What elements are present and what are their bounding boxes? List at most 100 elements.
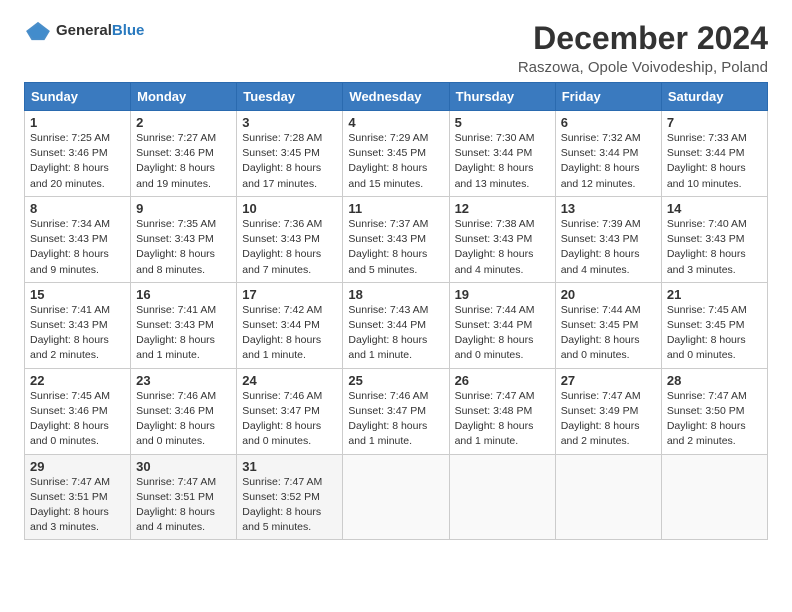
col-sunday: Sunday — [25, 83, 131, 111]
day-info: Sunrise: 7:29 AMSunset: 3:45 PMDaylight:… — [348, 131, 443, 192]
main-title: December 2024 — [518, 20, 768, 57]
day-info: Sunrise: 7:32 AMSunset: 3:44 PMDaylight:… — [561, 131, 656, 192]
calendar-cell: 4Sunrise: 7:29 AMSunset: 3:45 PMDaylight… — [343, 111, 449, 197]
day-info: Sunrise: 7:47 AMSunset: 3:49 PMDaylight:… — [561, 389, 656, 450]
day-number: 15 — [30, 287, 125, 302]
day-info: Sunrise: 7:47 AMSunset: 3:51 PMDaylight:… — [30, 475, 125, 536]
calendar-cell: 2Sunrise: 7:27 AMSunset: 3:46 PMDaylight… — [131, 111, 237, 197]
day-info: Sunrise: 7:47 AMSunset: 3:50 PMDaylight:… — [667, 389, 762, 450]
day-number: 13 — [561, 201, 656, 216]
calendar-cell: 6Sunrise: 7:32 AMSunset: 3:44 PMDaylight… — [555, 111, 661, 197]
calendar-row: 22Sunrise: 7:45 AMSunset: 3:46 PMDayligh… — [25, 368, 768, 454]
day-info: Sunrise: 7:27 AMSunset: 3:46 PMDaylight:… — [136, 131, 231, 192]
col-tuesday: Tuesday — [237, 83, 343, 111]
day-number: 7 — [667, 115, 762, 130]
calendar-cell: 7Sunrise: 7:33 AMSunset: 3:44 PMDaylight… — [661, 111, 767, 197]
calendar-cell: 24Sunrise: 7:46 AMSunset: 3:47 PMDayligh… — [237, 368, 343, 454]
day-number: 6 — [561, 115, 656, 130]
day-number: 18 — [348, 287, 443, 302]
day-info: Sunrise: 7:44 AMSunset: 3:45 PMDaylight:… — [561, 303, 656, 364]
day-info: Sunrise: 7:47 AMSunset: 3:48 PMDaylight:… — [455, 389, 550, 450]
day-number: 12 — [455, 201, 550, 216]
day-number: 20 — [561, 287, 656, 302]
calendar-cell: 9Sunrise: 7:35 AMSunset: 3:43 PMDaylight… — [131, 196, 237, 282]
calendar-row: 15Sunrise: 7:41 AMSunset: 3:43 PMDayligh… — [25, 282, 768, 368]
day-number: 1 — [30, 115, 125, 130]
calendar-cell: 22Sunrise: 7:45 AMSunset: 3:46 PMDayligh… — [25, 368, 131, 454]
calendar-cell: 27Sunrise: 7:47 AMSunset: 3:49 PMDayligh… — [555, 368, 661, 454]
day-number: 27 — [561, 373, 656, 388]
day-info: Sunrise: 7:45 AMSunset: 3:45 PMDaylight:… — [667, 303, 762, 364]
day-info: Sunrise: 7:43 AMSunset: 3:44 PMDaylight:… — [348, 303, 443, 364]
day-info: Sunrise: 7:37 AMSunset: 3:43 PMDaylight:… — [348, 217, 443, 278]
calendar-cell: 15Sunrise: 7:41 AMSunset: 3:43 PMDayligh… — [25, 282, 131, 368]
day-number: 5 — [455, 115, 550, 130]
day-info: Sunrise: 7:39 AMSunset: 3:43 PMDaylight:… — [561, 217, 656, 278]
day-info: Sunrise: 7:36 AMSunset: 3:43 PMDaylight:… — [242, 217, 337, 278]
calendar-cell: 5Sunrise: 7:30 AMSunset: 3:44 PMDaylight… — [449, 111, 555, 197]
day-number: 4 — [348, 115, 443, 130]
calendar-row: 8Sunrise: 7:34 AMSunset: 3:43 PMDaylight… — [25, 196, 768, 282]
calendar-cell: 26Sunrise: 7:47 AMSunset: 3:48 PMDayligh… — [449, 368, 555, 454]
page-header: GeneralBlue December 2024 Raszowa, Opole… — [24, 20, 768, 76]
day-info: Sunrise: 7:46 AMSunset: 3:46 PMDaylight:… — [136, 389, 231, 450]
day-number: 24 — [242, 373, 337, 388]
calendar-cell — [343, 454, 449, 540]
calendar-table: Sunday Monday Tuesday Wednesday Thursday… — [24, 82, 768, 540]
day-info: Sunrise: 7:40 AMSunset: 3:43 PMDaylight:… — [667, 217, 762, 278]
calendar-cell — [555, 454, 661, 540]
day-info: Sunrise: 7:41 AMSunset: 3:43 PMDaylight:… — [30, 303, 125, 364]
day-number: 10 — [242, 201, 337, 216]
calendar-cell: 14Sunrise: 7:40 AMSunset: 3:43 PMDayligh… — [661, 196, 767, 282]
calendar-cell: 30Sunrise: 7:47 AMSunset: 3:51 PMDayligh… — [131, 454, 237, 540]
day-number: 3 — [242, 115, 337, 130]
day-number: 23 — [136, 373, 231, 388]
calendar-cell: 25Sunrise: 7:46 AMSunset: 3:47 PMDayligh… — [343, 368, 449, 454]
calendar-cell: 31Sunrise: 7:47 AMSunset: 3:52 PMDayligh… — [237, 454, 343, 540]
day-number: 14 — [667, 201, 762, 216]
col-thursday: Thursday — [449, 83, 555, 111]
calendar-cell: 18Sunrise: 7:43 AMSunset: 3:44 PMDayligh… — [343, 282, 449, 368]
calendar-row: 1Sunrise: 7:25 AMSunset: 3:46 PMDaylight… — [25, 111, 768, 197]
day-number: 21 — [667, 287, 762, 302]
calendar-cell: 19Sunrise: 7:44 AMSunset: 3:44 PMDayligh… — [449, 282, 555, 368]
calendar-cell: 11Sunrise: 7:37 AMSunset: 3:43 PMDayligh… — [343, 196, 449, 282]
title-block: December 2024 Raszowa, Opole Voivodeship… — [518, 20, 768, 76]
day-info: Sunrise: 7:41 AMSunset: 3:43 PMDaylight:… — [136, 303, 231, 364]
col-monday: Monday — [131, 83, 237, 111]
calendar-cell: 13Sunrise: 7:39 AMSunset: 3:43 PMDayligh… — [555, 196, 661, 282]
day-info: Sunrise: 7:47 AMSunset: 3:52 PMDaylight:… — [242, 475, 337, 536]
col-wednesday: Wednesday — [343, 83, 449, 111]
calendar-cell: 10Sunrise: 7:36 AMSunset: 3:43 PMDayligh… — [237, 196, 343, 282]
col-friday: Friday — [555, 83, 661, 111]
day-number: 8 — [30, 201, 125, 216]
calendar-cell: 28Sunrise: 7:47 AMSunset: 3:50 PMDayligh… — [661, 368, 767, 454]
day-number: 22 — [30, 373, 125, 388]
day-number: 11 — [348, 201, 443, 216]
calendar-cell: 17Sunrise: 7:42 AMSunset: 3:44 PMDayligh… — [237, 282, 343, 368]
day-info: Sunrise: 7:33 AMSunset: 3:44 PMDaylight:… — [667, 131, 762, 192]
calendar-cell: 16Sunrise: 7:41 AMSunset: 3:43 PMDayligh… — [131, 282, 237, 368]
calendar-cell: 8Sunrise: 7:34 AMSunset: 3:43 PMDaylight… — [25, 196, 131, 282]
subtitle: Raszowa, Opole Voivodeship, Poland — [518, 59, 768, 76]
calendar-cell: 1Sunrise: 7:25 AMSunset: 3:46 PMDaylight… — [25, 111, 131, 197]
calendar-cell: 20Sunrise: 7:44 AMSunset: 3:45 PMDayligh… — [555, 282, 661, 368]
day-info: Sunrise: 7:30 AMSunset: 3:44 PMDaylight:… — [455, 131, 550, 192]
day-info: Sunrise: 7:25 AMSunset: 3:46 PMDaylight:… — [30, 131, 125, 192]
day-info: Sunrise: 7:45 AMSunset: 3:46 PMDaylight:… — [30, 389, 125, 450]
day-number: 19 — [455, 287, 550, 302]
day-number: 26 — [455, 373, 550, 388]
calendar-cell: 21Sunrise: 7:45 AMSunset: 3:45 PMDayligh… — [661, 282, 767, 368]
day-number: 9 — [136, 201, 231, 216]
calendar-row: 29Sunrise: 7:47 AMSunset: 3:51 PMDayligh… — [25, 454, 768, 540]
day-info: Sunrise: 7:28 AMSunset: 3:45 PMDaylight:… — [242, 131, 337, 192]
day-number: 31 — [242, 459, 337, 474]
day-number: 17 — [242, 287, 337, 302]
col-saturday: Saturday — [661, 83, 767, 111]
calendar-header-row: Sunday Monday Tuesday Wednesday Thursday… — [25, 83, 768, 111]
logo-icon — [24, 20, 52, 42]
day-number: 16 — [136, 287, 231, 302]
calendar-cell: 3Sunrise: 7:28 AMSunset: 3:45 PMDaylight… — [237, 111, 343, 197]
day-info: Sunrise: 7:47 AMSunset: 3:51 PMDaylight:… — [136, 475, 231, 536]
day-number: 2 — [136, 115, 231, 130]
